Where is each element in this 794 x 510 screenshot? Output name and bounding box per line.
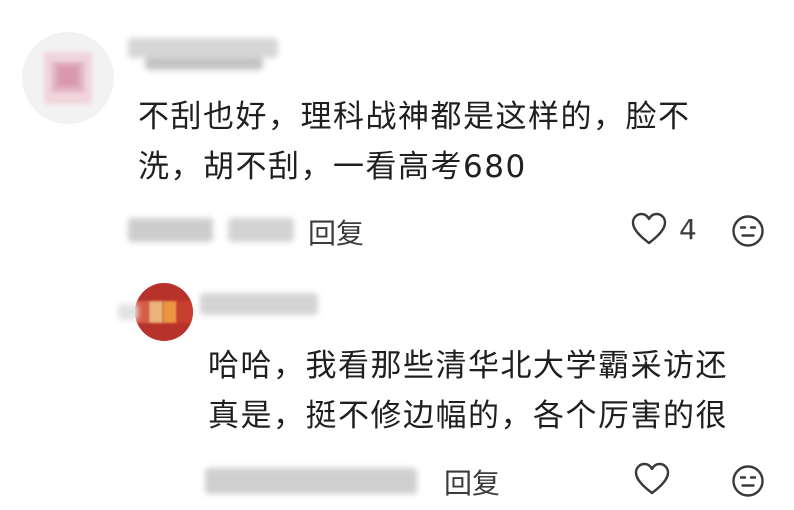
comment-text-line: 洗，胡不刮，一看高考680 xyxy=(138,149,527,185)
avatar-pixel xyxy=(149,301,163,323)
comment-text-line: 不刮也好，理科战神都是这样的，脸不 xyxy=(138,99,691,135)
emoji-face-icon xyxy=(732,465,764,497)
timestamp-blur xyxy=(128,218,213,242)
avatar[interactable] xyxy=(22,32,114,124)
avatar-pixel xyxy=(177,301,193,323)
emoji-face-icon xyxy=(732,215,764,247)
heart-outline-icon xyxy=(634,462,670,495)
comment-text: 哈哈，我看那些清华北大学霸采访还 真是，挺不修边幅的，各个厉害的很 xyxy=(208,341,728,441)
avatar[interactable] xyxy=(135,283,193,341)
timestamp-blur xyxy=(205,468,417,494)
like-button[interactable] xyxy=(634,462,682,496)
like-count: 4 xyxy=(679,212,697,246)
comment-text: 不刮也好，理科战神都是这样的，脸不 洗，胡不刮，一看高考680 xyxy=(138,92,691,192)
like-button[interactable]: 4 xyxy=(631,212,697,246)
reply-button[interactable]: 回复 xyxy=(308,212,364,252)
comment-text-line: 真是，挺不修边幅的，各个厉害的很 xyxy=(208,398,728,434)
comment-text-line: 哈哈，我看那些清华北大学霸采访还 xyxy=(208,348,728,384)
username-blur xyxy=(118,304,138,320)
avatar-pixel xyxy=(163,301,177,323)
username-blur xyxy=(128,38,278,58)
username-blur xyxy=(145,56,263,70)
username-blur xyxy=(200,293,318,315)
timestamp-blur xyxy=(228,218,294,242)
reply-button[interactable]: 回复 xyxy=(444,462,500,502)
avatar-pixel xyxy=(58,66,78,86)
emoji-reaction-button[interactable] xyxy=(731,214,765,252)
heart-outline-icon xyxy=(631,212,667,245)
emoji-reaction-button[interactable] xyxy=(731,464,765,502)
